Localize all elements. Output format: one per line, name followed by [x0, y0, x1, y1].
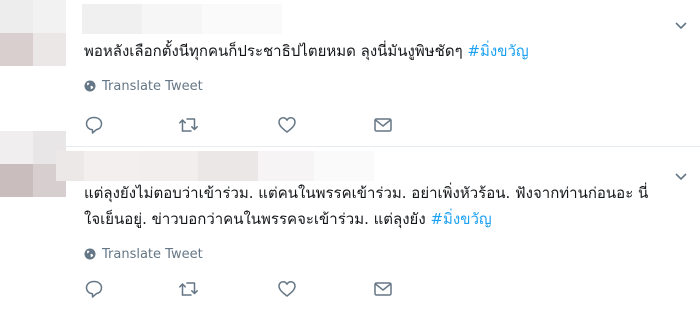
- chevron-down-icon[interactable]: [674, 167, 688, 181]
- tweet-2: แต่ลุงยังไม่ตอบว่าเข้าร่วม. แต่คนในพรรคเ…: [0, 131, 700, 311]
- avatar[interactable]: [0, 0, 66, 66]
- translate-tweet-label: Translate Tweet: [102, 246, 203, 262]
- heart-icon[interactable]: [277, 279, 299, 299]
- user-name-blurred[interactable]: [82, 4, 382, 34]
- tweet-timeline: พอหลังเลือกตั้งนีทุกคนก็ประชาธิปไตยหมด ล…: [0, 0, 700, 311]
- tweet-text: พอหลังเลือกตั้งนีทุกคนก็ประชาธิปไตยหมด ล…: [84, 38, 684, 64]
- hashtag-link[interactable]: #มิ่งขวัญ: [430, 210, 491, 228]
- envelope-icon[interactable]: [373, 115, 395, 135]
- tweet-1: พอหลังเลือกตั้งนีทุกคนก็ประชาธิปไตยหมด ล…: [0, 0, 700, 140]
- translate-tweet-link[interactable]: Translate Tweet: [84, 245, 203, 263]
- heart-icon[interactable]: [277, 115, 299, 135]
- translate-tweet-link[interactable]: Translate Tweet: [84, 77, 203, 95]
- retweet-icon[interactable]: [178, 115, 200, 135]
- envelope-icon[interactable]: [373, 279, 395, 299]
- tweet-text-line-2: ใจเย็นอยู่. ข่าวบอกว่าคนในพรรคจะเข้าร่วม…: [84, 210, 426, 228]
- globe-icon: [84, 248, 96, 260]
- hashtag-link[interactable]: #มิ่งขวัญ: [467, 42, 528, 60]
- tweet-text-line-1: แต่ลุงยังไม่ตอบว่าเข้าร่วม. แต่คนในพรรคเ…: [84, 184, 649, 202]
- globe-icon: [84, 80, 96, 92]
- chevron-down-icon[interactable]: [674, 16, 688, 30]
- user-name-blurred[interactable]: [56, 151, 386, 181]
- tweet-text-body: พอหลังเลือกตั้งนีทุกคนก็ประชาธิปไตยหมด ล…: [84, 42, 463, 60]
- reply-icon[interactable]: [84, 279, 106, 299]
- retweet-icon[interactable]: [178, 279, 200, 299]
- reply-icon[interactable]: [84, 115, 106, 135]
- tweet-text: แต่ลุงยังไม่ตอบว่าเข้าร่วม. แต่คนในพรรคเ…: [84, 180, 684, 232]
- translate-tweet-label: Translate Tweet: [102, 78, 203, 94]
